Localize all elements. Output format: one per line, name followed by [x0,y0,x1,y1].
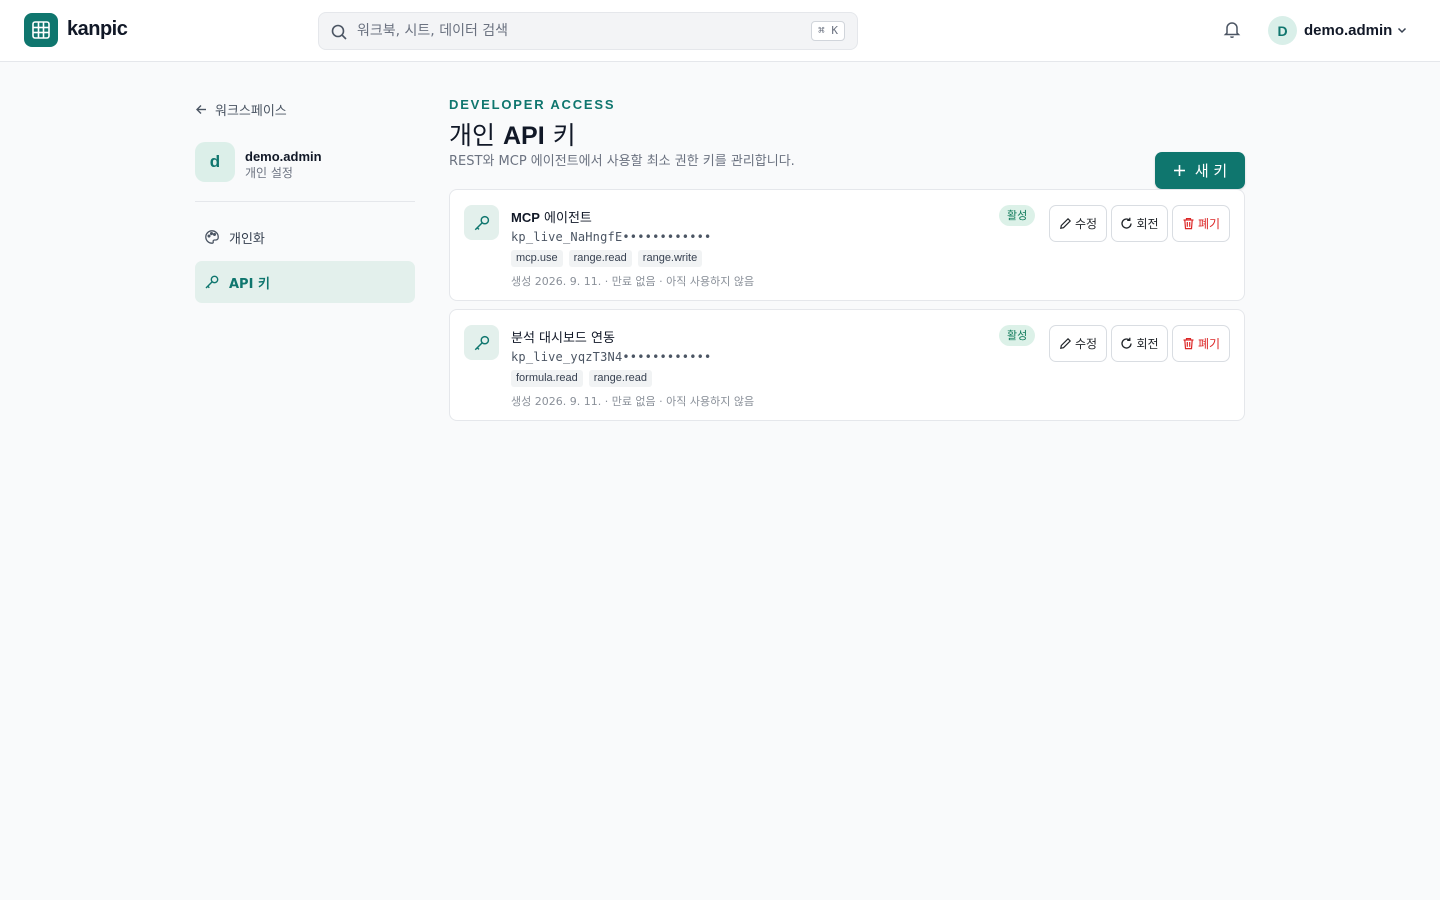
revoke-key-button[interactable]: 폐기 [1172,205,1230,242]
scope-tag: range.read [588,370,652,387]
user-avatar[interactable]: D [1268,16,1297,45]
back-to-workspace-link[interactable]: 워크스페이스 [195,100,287,119]
rotate-icon [1121,217,1133,229]
status-badge: 활성 [999,205,1036,226]
key-icon [464,205,499,240]
sidebar-item-label: API 키 [229,276,270,292]
search-input[interactable] [357,13,797,49]
palette-icon [205,230,219,244]
chevron-down-icon[interactable] [1396,24,1408,36]
notification-bell-icon[interactable] [1222,19,1242,39]
scope-tag: formula.read [511,370,583,387]
rotate-key-button[interactable]: 회전 [1111,205,1168,242]
revoke-key-button[interactable]: 폐기 [1172,325,1230,362]
key-name-en: MCP [511,210,540,225]
sidebar-divider [195,201,415,202]
plus-icon [1173,165,1185,176]
trash-icon [1183,218,1194,230]
key-token: kp_live_yqzT3N4•••••••••••• [511,350,712,364]
key-meta: 생성 2026. 9. 11. · 만료 없음 · 아직 사용하지 않음 [511,395,755,408]
search-shortcut-hint: ⌘ K [811,21,845,41]
api-key-card: MCP 에이전트 kp_live_NaHngfE•••••••••••• mcp… [449,189,1245,301]
trash-icon [1183,338,1194,350]
revoke-label: 폐기 [1197,337,1221,351]
back-link-label: 워크스페이스 [215,103,287,119]
scope-list: formula.read range.read [511,370,652,387]
key-name: 분석 대시보드 연동 [511,327,615,346]
scope-tag: mcp.use [511,250,563,267]
scope-tag: range.read [568,250,632,267]
new-key-button[interactable]: 새 키 [1155,152,1245,189]
top-bar: kanpic ⌘ K D demo.admin [0,0,1440,62]
app-name[interactable]: kanpic [67,18,128,41]
rotate-label: 회전 [1136,217,1159,231]
rotate-key-button[interactable]: 회전 [1111,325,1168,362]
section-eyebrow: DEVELOPER ACCESS [449,97,616,112]
profile-subtitle: 개인 설정 [245,166,293,180]
rotate-label: 회전 [1136,337,1159,351]
key-meta: 생성 2026. 9. 11. · 만료 없음 · 아직 사용하지 않음 [511,275,755,288]
global-search[interactable]: ⌘ K [318,12,858,50]
key-name-rest: 분석 대시보드 연동 [511,331,615,346]
arrow-left-icon [196,104,206,114]
profile-avatar: d [195,142,235,182]
app-logo-icon[interactable] [24,13,58,47]
page-title-suffix: 키 [552,121,576,150]
page-description: REST와 MCP 에이전트에서 사용할 최소 권한 키를 관리합니다. [449,154,795,169]
key-icon [464,325,499,360]
scope-tag: range.write [637,250,703,267]
new-key-label: 새 키 [1194,162,1228,180]
page-title: 개인 API 키 [449,116,576,152]
scope-list: mcp.use range.read range.write [511,250,703,267]
pencil-icon [1060,217,1072,229]
key-name: MCP 에이전트 [511,207,592,226]
pencil-icon [1060,337,1072,349]
sidebar-item-personalization[interactable]: 개인화 [195,216,415,258]
rotate-icon [1121,337,1133,349]
user-menu-name[interactable]: demo.admin [1304,22,1392,39]
edit-key-button[interactable]: 수정 [1049,325,1107,362]
page-title-prefix: 개인 [449,121,496,150]
edit-label: 수정 [1074,217,1098,231]
key-name-rest: 에이전트 [539,211,592,226]
key-token: kp_live_NaHngfE•••••••••••• [511,230,712,244]
page-title-bold: API [502,122,545,150]
profile-name: demo.admin [245,149,322,164]
key-icon [205,275,219,289]
revoke-label: 폐기 [1197,217,1221,231]
edit-label: 수정 [1074,337,1098,351]
edit-key-button[interactable]: 수정 [1049,205,1107,242]
status-badge: 활성 [999,325,1036,346]
sidebar-item-label: 개인화 [229,231,265,247]
search-icon [331,24,347,40]
sidebar-item-api-keys[interactable]: API 키 [195,261,415,303]
api-key-card: 분석 대시보드 연동 kp_live_yqzT3N4•••••••••••• f… [449,309,1245,421]
